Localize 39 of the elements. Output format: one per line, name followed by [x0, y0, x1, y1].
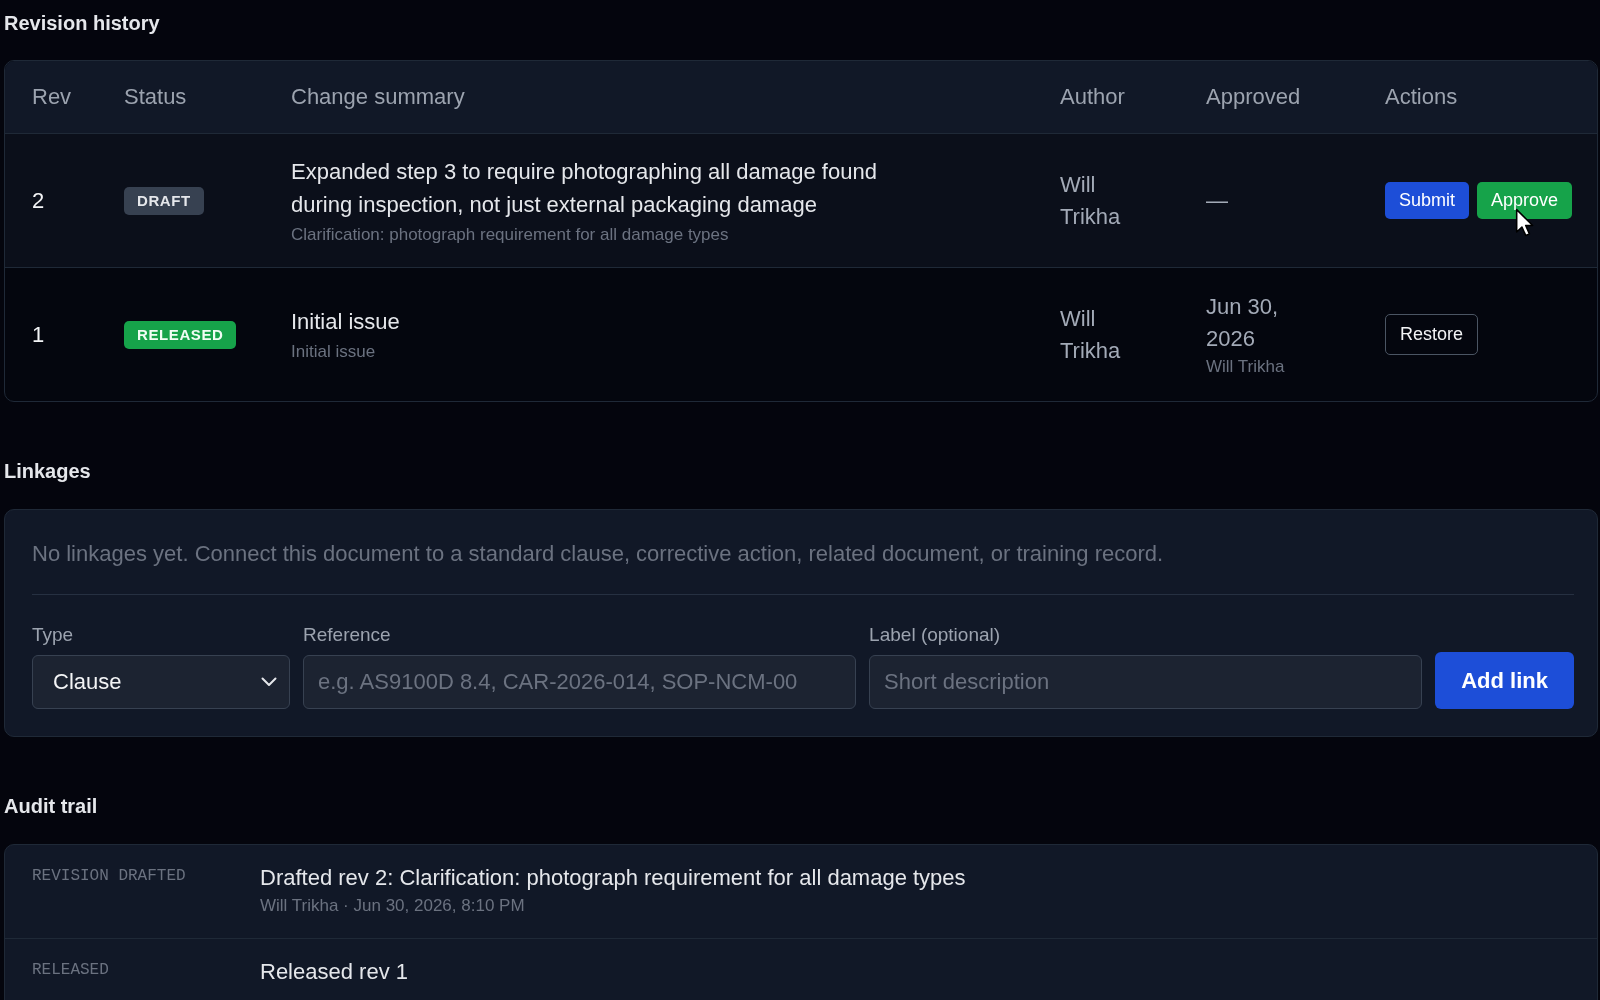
action-button[interactable]: Restore [1385, 314, 1479, 355]
field-label: Reference [303, 623, 391, 647]
event-type: RELEASED [32, 960, 109, 981]
approver-name: Will Trikha [1206, 355, 1285, 378]
rev-number: 2 [32, 187, 45, 215]
reference-field[interactable]: e.g. AS9100D 8.4, CAR-2026-014, SOP-NCM-00 [303, 655, 857, 709]
column-header: Change summary [291, 83, 465, 111]
label-field[interactable]: Short description [869, 655, 1423, 709]
section-title: Linkages [4, 459, 91, 484]
approved-date: Jun 30, 2026 [1206, 292, 1280, 353]
change-note: Clarification: photograph requirement for all damage types [291, 223, 729, 246]
type-select[interactable]: Clause [32, 655, 290, 709]
audit-entry-title: Released rev 1 [260, 958, 408, 986]
audit-entry-title: Drafted rev 2: Clarification: photograph requirement for all damage types [260, 864, 966, 892]
field-label: Label (optional) [869, 623, 1001, 647]
column-header: Rev [32, 83, 72, 111]
author-name: Will Trikha [1060, 304, 1122, 365]
action-button[interactable]: Submit [1385, 182, 1470, 219]
chevron-down-icon [261, 677, 277, 687]
empty-message: No linkages yet. Connect this document to a standard clause, corrective action, related document, or training record. [32, 540, 1164, 568]
change-summary: Initial issue [291, 308, 400, 336]
add-link-button[interactable]: Add link [1435, 652, 1574, 709]
status-badge: RELEASED [124, 320, 237, 349]
column-header: Actions [1385, 83, 1458, 111]
approved-date: — [1206, 186, 1228, 215]
section-title: Audit trail [4, 794, 98, 819]
field-label: Type [32, 623, 74, 647]
status-badge: DRAFT [124, 186, 204, 215]
column-header: Status [124, 83, 187, 111]
rev-number: 1 [32, 321, 45, 349]
change-summary: Expanded step 3 to require photographing all damage found during inspection, not just external packaging damage [291, 157, 878, 219]
event-type: REVISION DRAFTED [32, 866, 186, 887]
change-note: Initial issue [291, 341, 376, 363]
audit-entry-meta: Will Trikha · Jun 30, 2026, 8:10 PM [260, 895, 525, 917]
section-title: Revision history [4, 11, 160, 36]
column-header: Approved [1206, 83, 1301, 111]
column-header: Author [1060, 83, 1125, 111]
author-name: Will Trikha [1060, 170, 1122, 231]
pointer-cursor-icon [1515, 208, 1534, 237]
